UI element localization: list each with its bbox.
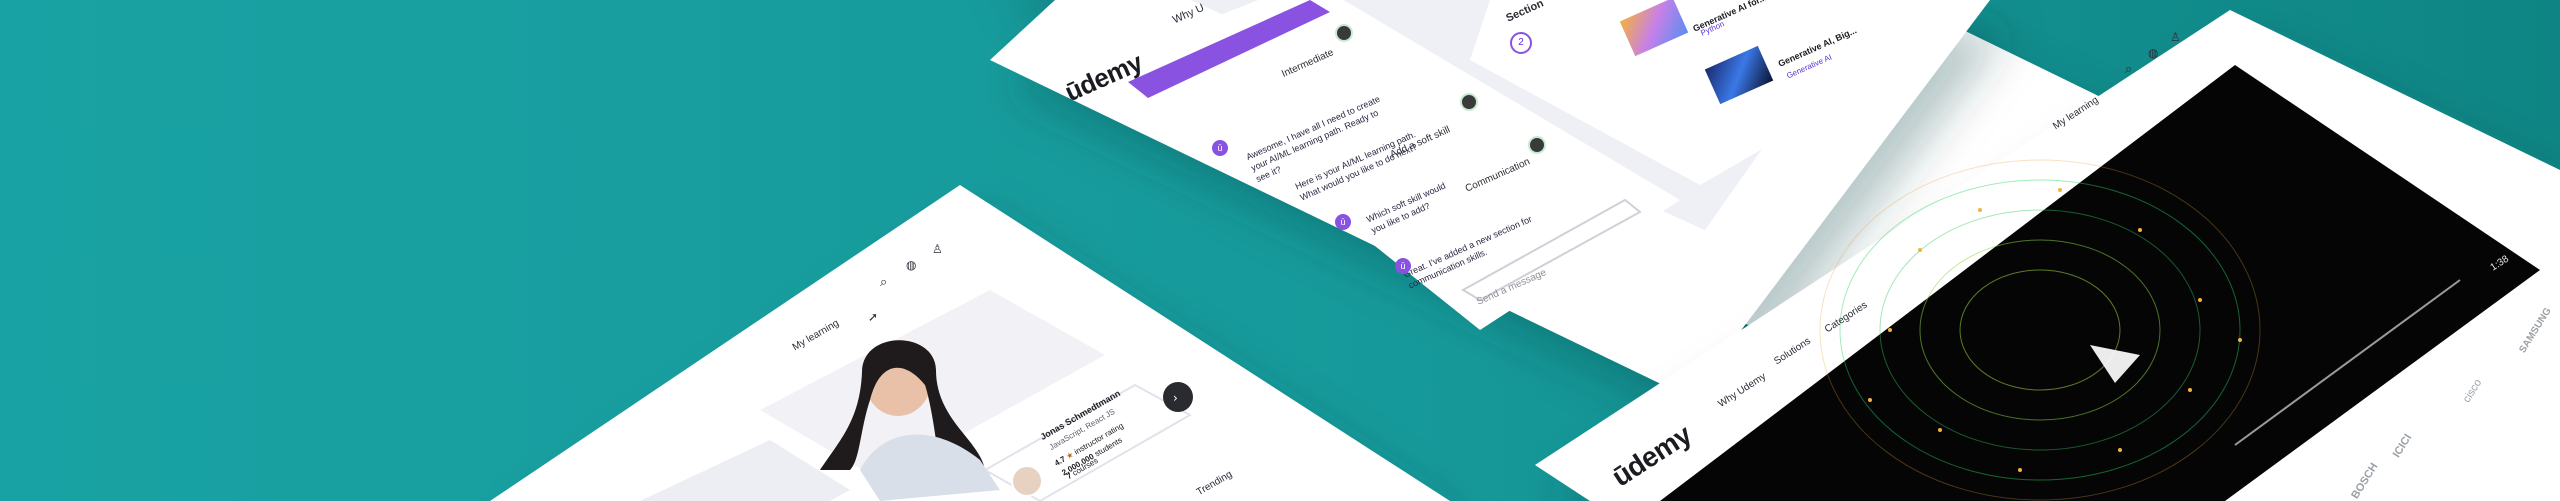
video-card: [1535, 10, 2560, 501]
section-step-number: 2: [1510, 32, 1532, 54]
user-avatar-1: [1335, 24, 1353, 42]
user-avatar-3: [1528, 136, 1546, 154]
video-globe-icon[interactable]: ◍: [2148, 46, 2158, 60]
assistant-avatar-1: ū: [1212, 140, 1228, 156]
assistant-avatar-2: ū: [1335, 214, 1351, 230]
cursor-icon: ➚: [868, 310, 879, 324]
globe-icon[interactable]: ◍: [906, 258, 916, 272]
search-icon[interactable]: ⌕: [880, 275, 887, 290]
user-icon[interactable]: ♙: [932, 242, 943, 256]
video-search-icon[interactable]: ⌕: [2125, 62, 2132, 77]
video-user-icon[interactable]: ♙: [2170, 30, 2181, 44]
assistant-avatar-3: ū: [1395, 258, 1411, 274]
user-avatar-2: [1460, 93, 1478, 111]
